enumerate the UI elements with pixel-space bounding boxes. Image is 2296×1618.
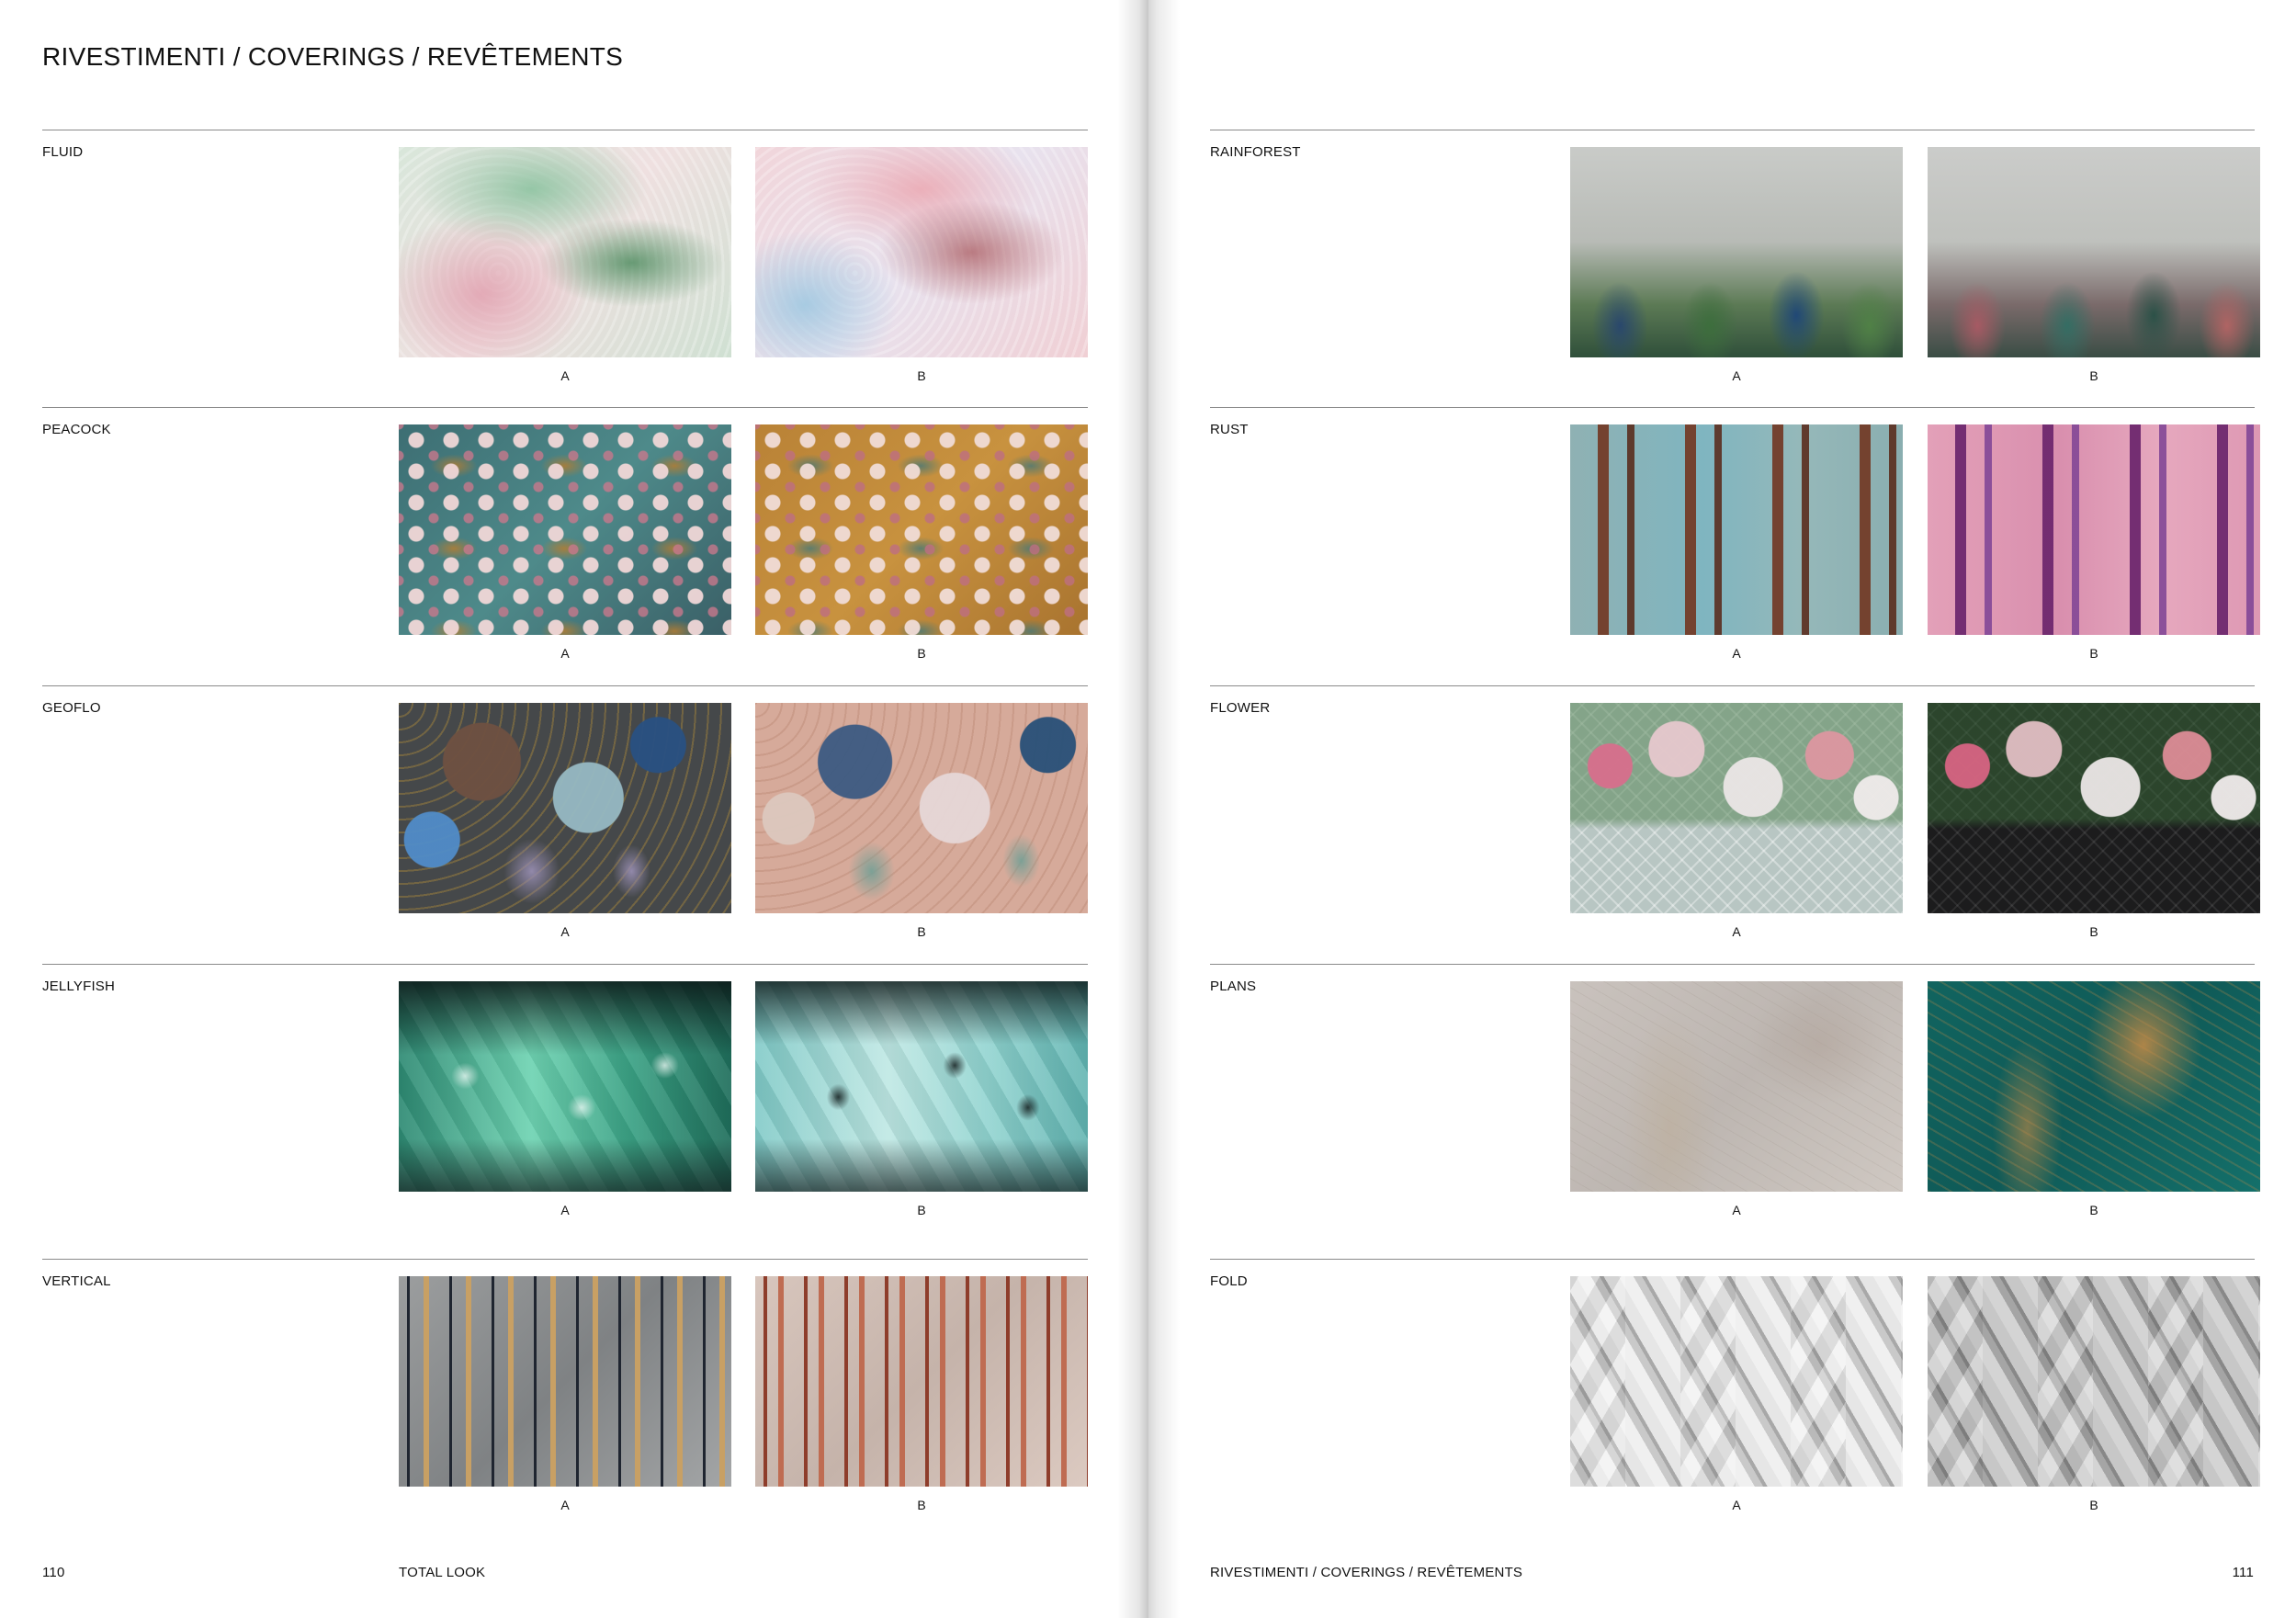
left-page: RIVESTIMENTI / COVERINGS / REVÊTEMENTS F… <box>0 0 1148 1618</box>
pattern-name: PEACOCK <box>42 422 111 437</box>
rainforest-swatch-b <box>1928 147 2260 357</box>
catalog-row: RUST A B <box>1148 407 2296 673</box>
page-title: RIVESTIMENTI / COVERINGS / REVÊTEMENTS <box>42 42 624 71</box>
page-number: 111 <box>2232 1565 2254 1580</box>
catalog-row: FLOWER A B <box>1148 685 2296 952</box>
row-divider <box>1210 407 2255 408</box>
row-divider <box>1210 1259 2255 1260</box>
variant-label-b: B <box>2089 1203 2098 1217</box>
variant-label-a: A <box>1732 924 1741 939</box>
rust-swatch-a <box>1570 424 1903 635</box>
pattern-name: RAINFOREST <box>1210 144 1301 160</box>
variant-label-a: A <box>1732 1498 1741 1512</box>
variant-label-a: A <box>560 646 570 661</box>
peacock-swatch-b <box>755 424 1088 635</box>
pattern-name: PLANS <box>1210 979 1257 994</box>
pattern-name: JELLYFISH <box>42 979 116 994</box>
row-divider <box>42 1259 1088 1260</box>
rust-swatch-b <box>1928 424 2260 635</box>
catalog-row: RAINFOREST A B <box>1148 130 2296 396</box>
book-spread: RIVESTIMENTI / COVERINGS / REVÊTEMENTS F… <box>0 0 2296 1618</box>
variant-label-b: B <box>2089 1498 2098 1512</box>
jellyfish-swatch-a <box>399 981 731 1192</box>
page-number: 110 <box>42 1565 65 1580</box>
variant-label-b: B <box>2089 646 2098 661</box>
flower-swatch-b <box>1928 703 2260 913</box>
plans-swatch-b <box>1928 981 2260 1192</box>
footer-section-label: TOTAL LOOK <box>399 1565 486 1580</box>
variant-label-a: A <box>1732 646 1741 661</box>
pattern-name: RUST <box>1210 422 1249 437</box>
variant-label-b: B <box>2089 368 2098 383</box>
pattern-name: FLOWER <box>1210 700 1271 716</box>
vertical-swatch-a <box>399 1276 731 1487</box>
right-page: RAINFOREST A B RUST A B FLOWER A B PLANS <box>1148 0 2296 1618</box>
variant-label-b: B <box>917 924 926 939</box>
row-divider <box>42 407 1088 408</box>
footer-section-label: RIVESTIMENTI / COVERINGS / REVÊTEMENTS <box>1210 1565 1523 1580</box>
catalog-row: PLANS A B <box>1148 964 2296 1230</box>
pattern-name: VERTICAL <box>42 1273 111 1289</box>
geoflo-swatch-b <box>755 703 1088 913</box>
fluid-swatch-b <box>755 147 1088 357</box>
catalog-row: JELLYFISH A B <box>0 964 1148 1230</box>
variant-label-a: A <box>560 1203 570 1217</box>
fluid-swatch-a <box>399 147 731 357</box>
flower-swatch-a <box>1570 703 1903 913</box>
variant-label-b: B <box>917 646 926 661</box>
geoflo-swatch-a <box>399 703 731 913</box>
catalog-row: FOLD A B <box>1148 1259 2296 1525</box>
catalog-row: GEOFLO A B <box>0 685 1148 952</box>
variant-label-b: B <box>917 1203 926 1217</box>
rainforest-swatch-a <box>1570 147 1903 357</box>
variant-label-b: B <box>917 368 926 383</box>
pattern-name: GEOFLO <box>42 700 101 716</box>
row-divider <box>42 685 1088 686</box>
catalog-row: PEACOCK A B <box>0 407 1148 673</box>
peacock-swatch-a <box>399 424 731 635</box>
pattern-name: FLUID <box>42 144 84 160</box>
variant-label-a: A <box>1732 368 1741 383</box>
variant-label-b: B <box>2089 924 2098 939</box>
variant-label-a: A <box>560 924 570 939</box>
catalog-row: VERTICAL A B <box>0 1259 1148 1525</box>
fold-swatch-b <box>1928 1276 2260 1487</box>
row-divider <box>1210 964 2255 965</box>
row-divider <box>1210 685 2255 686</box>
vertical-swatch-b <box>755 1276 1088 1487</box>
variant-label-a: A <box>560 368 570 383</box>
fold-swatch-a <box>1570 1276 1903 1487</box>
catalog-row: FLUID A B <box>0 130 1148 396</box>
jellyfish-swatch-b <box>755 981 1088 1192</box>
row-divider <box>42 964 1088 965</box>
variant-label-b: B <box>917 1498 926 1512</box>
plans-swatch-a <box>1570 981 1903 1192</box>
pattern-name: FOLD <box>1210 1273 1248 1289</box>
variant-label-a: A <box>560 1498 570 1512</box>
variant-label-a: A <box>1732 1203 1741 1217</box>
